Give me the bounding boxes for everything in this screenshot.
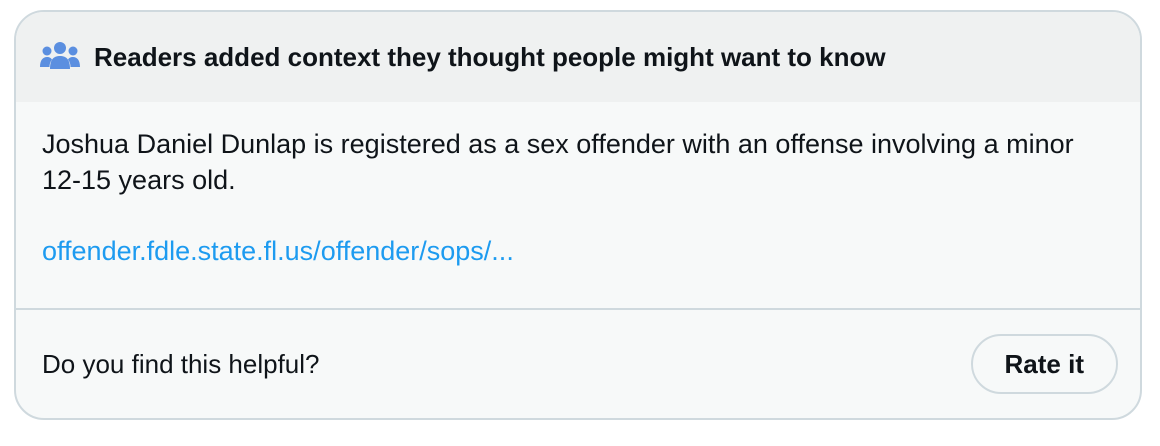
note-header-text: Readers added context they thought peopl… (94, 41, 886, 72)
note-body: Joshua Daniel Dunlap is registered as a … (16, 102, 1140, 308)
note-header: Readers added context they thought peopl… (16, 12, 1140, 102)
community-note-card: Readers added context they thought peopl… (14, 10, 1142, 420)
rate-it-button[interactable]: Rate it (970, 334, 1118, 394)
source-link[interactable]: offender.fdle.state.fl.us/offender/sops/… (42, 236, 514, 267)
people-icon (40, 41, 80, 73)
helpful-question: Do you find this helpful? (42, 348, 320, 379)
note-text: Joshua Daniel Dunlap is registered as a … (42, 129, 1074, 195)
note-footer: Do you find this helpful? Rate it (16, 310, 1140, 418)
